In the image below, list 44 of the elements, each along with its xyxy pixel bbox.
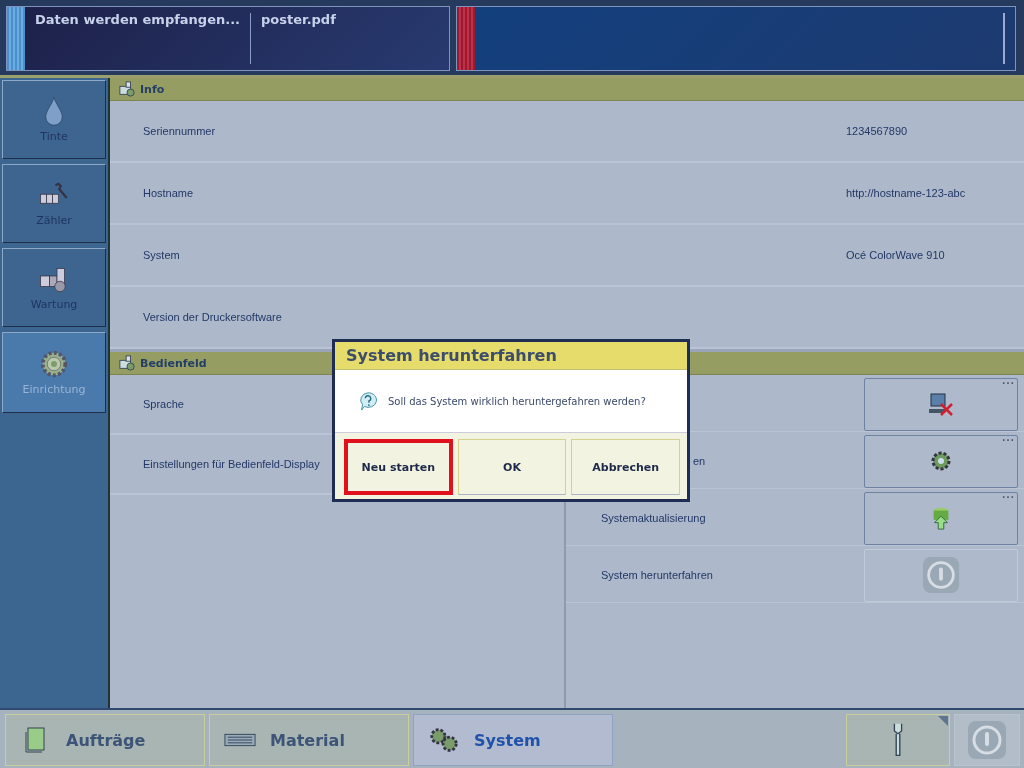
more-icon <box>1002 437 1014 442</box>
job-name: poster.pdf <box>260 11 337 29</box>
action-button[interactable] <box>864 377 1018 431</box>
setting-label: Seriennummer <box>143 123 216 139</box>
power-icon <box>967 720 1007 760</box>
setting-label: en <box>693 453 706 469</box>
computer-x-icon <box>928 392 954 416</box>
printer-gear-icon <box>118 355 136 371</box>
wrench-icon <box>891 722 905 758</box>
dialog-button[interactable]: Neu starten <box>344 439 453 495</box>
printer-gear-icon <box>118 81 136 97</box>
nav-tab[interactable]: Material <box>209 714 409 766</box>
setting-label: Hostname <box>143 185 194 201</box>
setting-label: System <box>143 247 180 263</box>
question-icon <box>358 391 378 411</box>
setting-value: http://hostname-123-abc <box>846 185 967 201</box>
more-icon <box>1002 494 1014 499</box>
tool-button[interactable] <box>846 714 950 766</box>
queue-panel[interactable] <box>456 6 1016 71</box>
status-stripe <box>457 7 475 70</box>
power-icon <box>922 556 960 594</box>
job-status: Daten werden empfangen... <box>34 11 242 29</box>
dialog-button[interactable]: OK <box>457 439 567 495</box>
setting-label: System herunterfahren <box>601 567 713 583</box>
status-stripe <box>7 7 25 70</box>
gear-icon <box>39 349 69 379</box>
more-icon <box>1002 380 1014 385</box>
gears-icon <box>428 726 460 754</box>
action-button[interactable] <box>864 434 1018 488</box>
section-title: Info <box>140 82 165 96</box>
dialog-button[interactable]: Abbrechen <box>571 439 680 495</box>
nav-tab[interactable]: System <box>413 714 613 766</box>
job-panel[interactable]: Daten werden empfangen... poster.pdf <box>6 6 450 71</box>
setting-label: Version der Druckersoftware <box>143 309 282 325</box>
corner-marker-icon <box>938 716 948 726</box>
dialog-message: Soll das System wirklich heruntergefahren werden? <box>388 395 646 407</box>
sidebar-item[interactable]: Einrichtung <box>2 332 106 413</box>
setting-value: Océ ColorWave 910 <box>846 247 946 263</box>
dialog-title: System herunterfahren <box>335 342 687 370</box>
setting-label: Systemaktualisierung <box>601 510 706 526</box>
setting-value: 1234567890 <box>846 123 909 139</box>
nav-tab[interactable]: Aufträge <box>5 714 205 766</box>
section-title: Bedienfeld <box>140 356 207 370</box>
action-button[interactable] <box>864 491 1018 545</box>
